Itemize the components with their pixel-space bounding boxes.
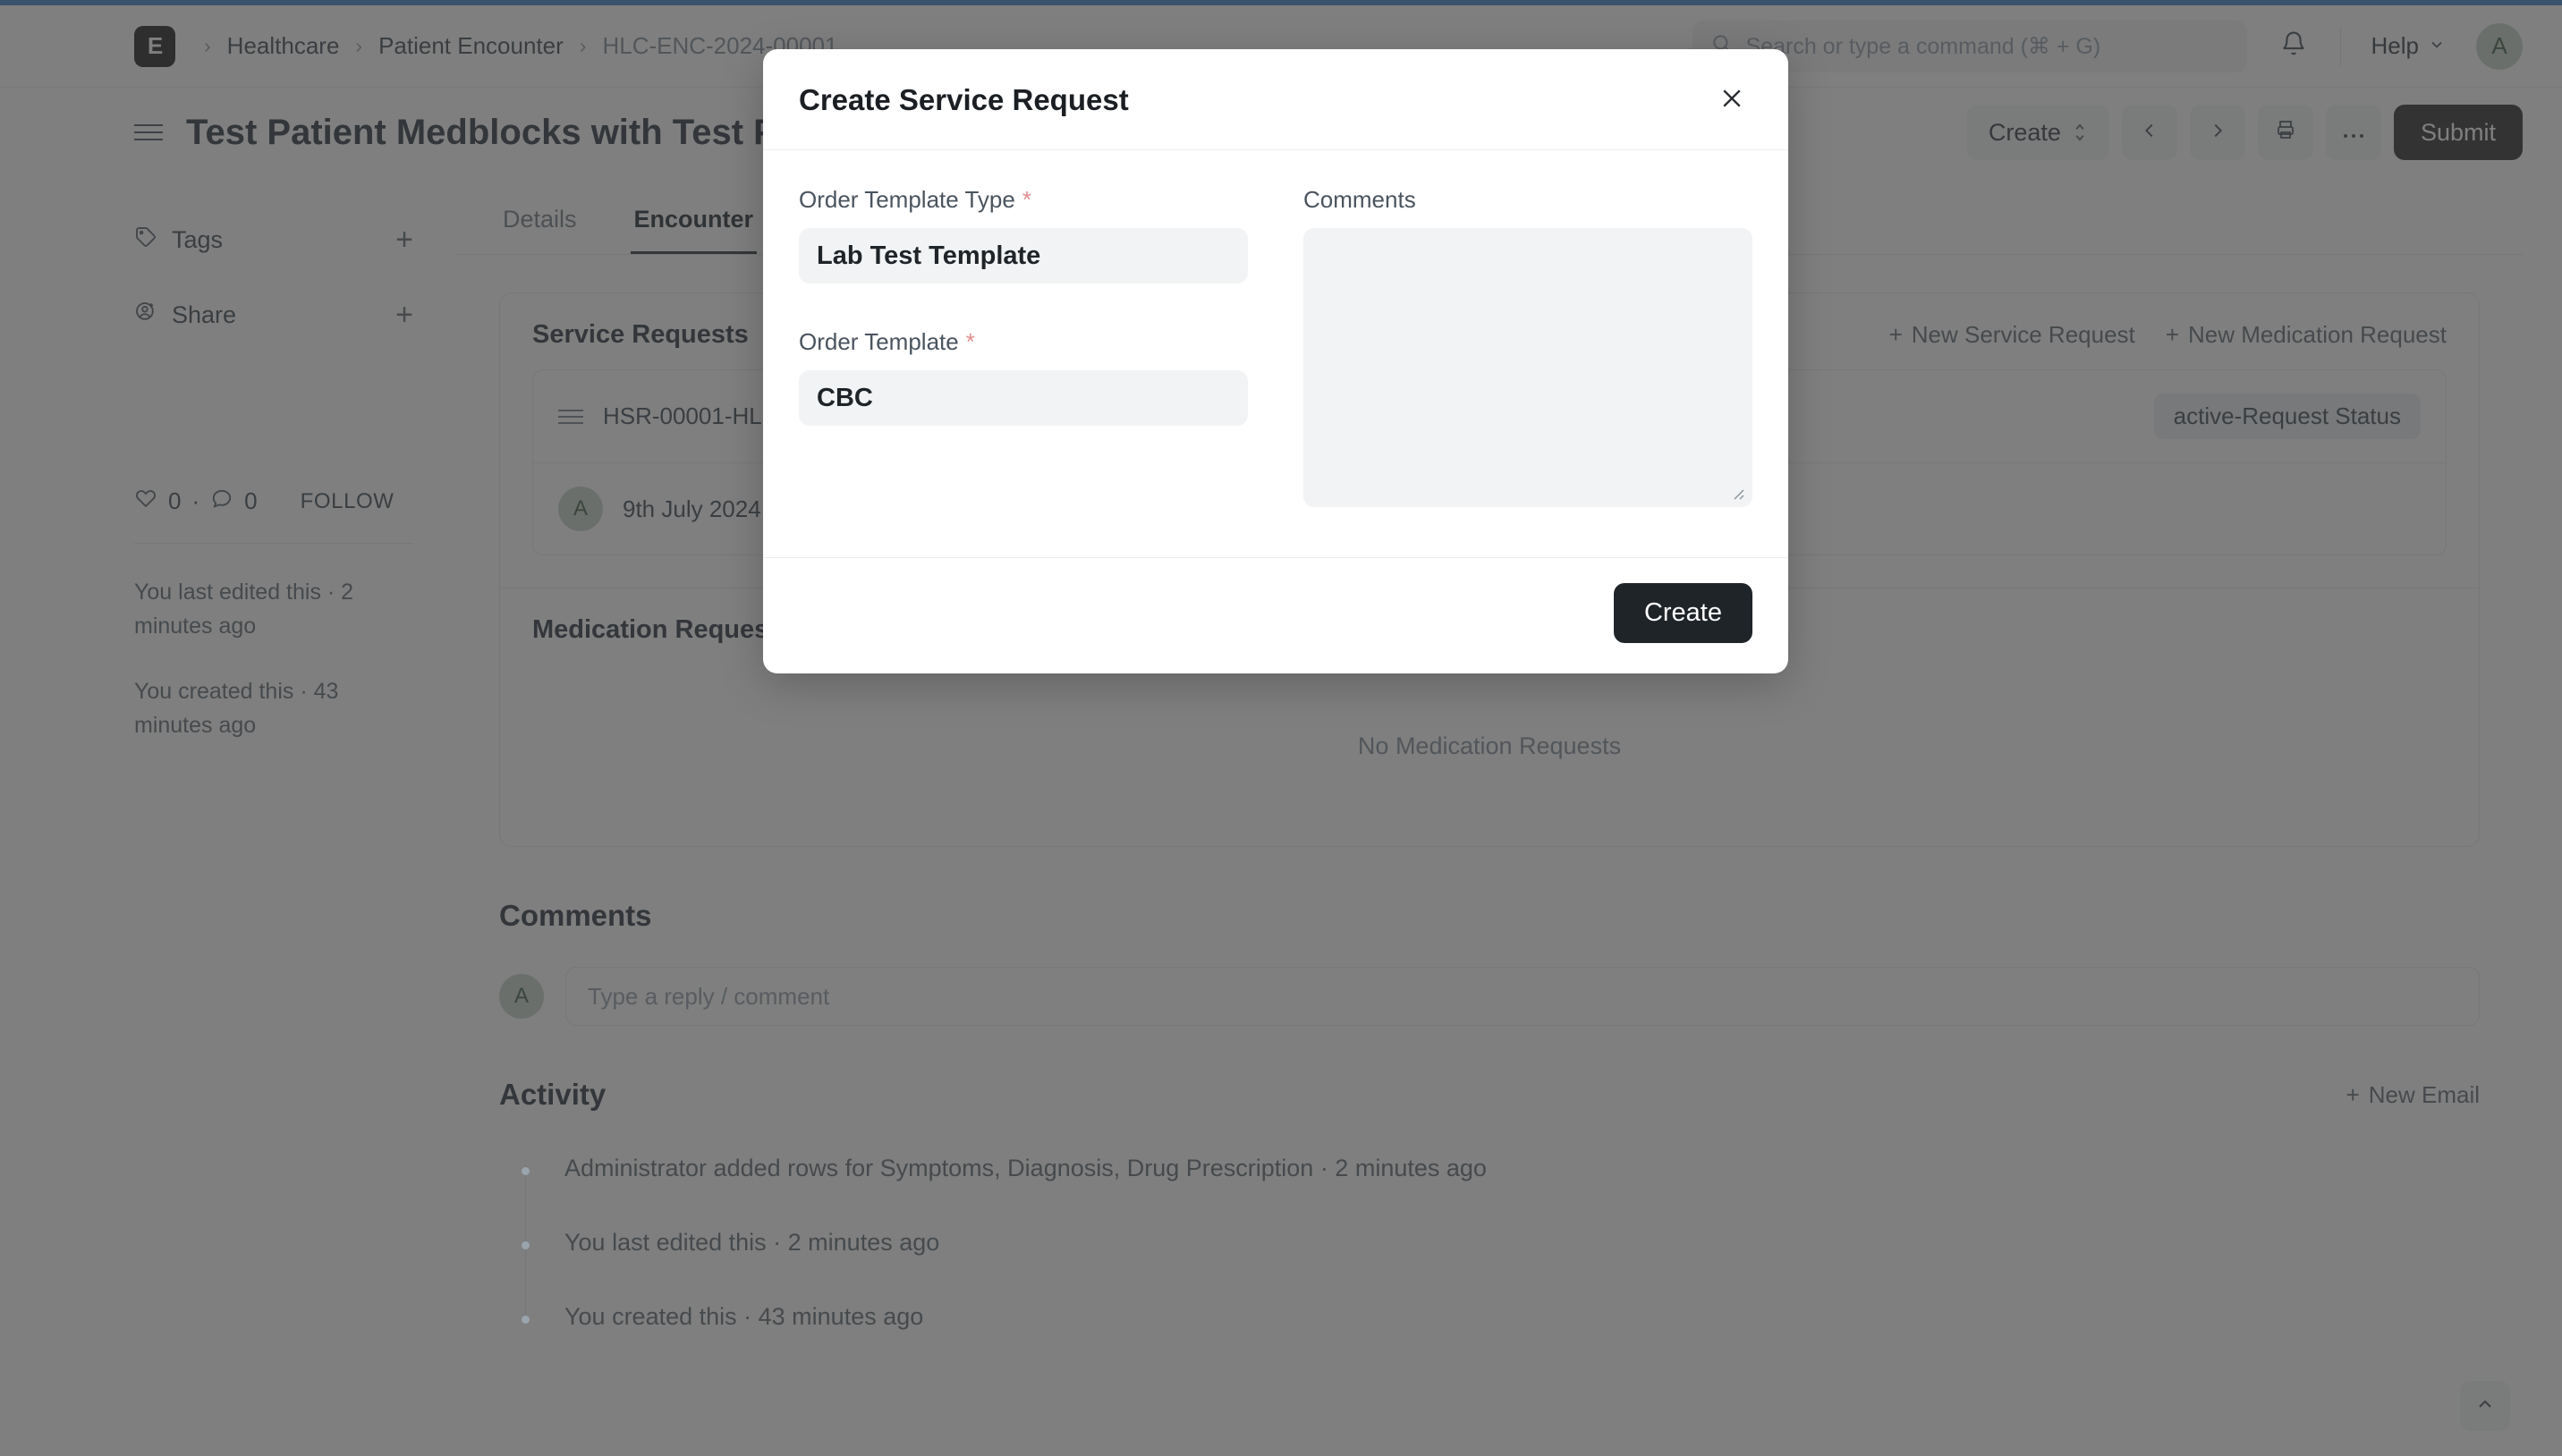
comments-label-row: Comments	[1303, 186, 1752, 214]
order-template-type-input[interactable]: Lab Test Template	[799, 228, 1248, 284]
timeline-dot-icon	[522, 1241, 530, 1249]
timeline-dot-icon	[522, 1167, 530, 1175]
required-marker: *	[965, 328, 975, 355]
close-button[interactable]	[1711, 80, 1752, 121]
close-icon	[1718, 85, 1745, 116]
order-template-input[interactable]: CBC	[799, 370, 1248, 426]
dialog-body: Order Template Type * Lab Test Template …	[763, 150, 1788, 557]
dialog-footer: Create	[763, 557, 1788, 673]
order-template-label: Order Template	[799, 328, 959, 355]
resize-handle-icon[interactable]	[1727, 483, 1745, 501]
required-marker: *	[1022, 186, 1031, 213]
order-template-type-label: Order Template Type	[799, 186, 1015, 213]
create-service-request-dialog: Create Service Request Order Template Ty…	[763, 49, 1788, 673]
field-spacer	[799, 284, 1248, 328]
comments-field-label: Comments	[1303, 186, 1416, 213]
dialog-right-column: Comments	[1303, 186, 1752, 507]
order-template-type-label-row: Order Template Type *	[799, 186, 1248, 214]
dialog-left-column: Order Template Type * Lab Test Template …	[799, 186, 1248, 507]
comments-textarea[interactable]	[1303, 228, 1752, 507]
timeline-dot-icon	[522, 1316, 530, 1324]
order-template-label-row: Order Template *	[799, 328, 1248, 356]
dialog-title: Create Service Request	[799, 83, 1129, 116]
create-button[interactable]: Create	[1613, 583, 1752, 643]
dialog-header: Create Service Request	[763, 49, 1788, 150]
